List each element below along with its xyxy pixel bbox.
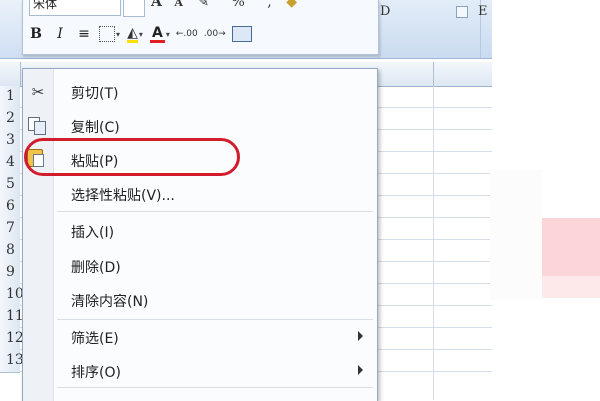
menu-item-delete[interactable]: 删除(D) — [23, 249, 377, 283]
menu-item-clear-contents[interactable]: 清除内容(N) — [23, 283, 377, 317]
font-color-icon[interactable]: A ▾ — [150, 23, 170, 45]
watermark-block — [542, 218, 600, 276]
menu-item-paste-special[interactable]: 选择性粘贴(V)... — [23, 177, 377, 211]
row-number: 4 — [6, 154, 15, 170]
row-number: 1 — [6, 88, 15, 104]
menu-item-insert[interactable]: 插入(I) — [23, 214, 377, 248]
row-number: 3 — [6, 132, 15, 148]
submenu-arrow-icon — [358, 331, 363, 341]
menu-item-cut[interactable]: ✂ 剪切(T) — [23, 75, 377, 109]
menu-separator — [57, 387, 373, 388]
italic-icon[interactable]: I — [51, 23, 69, 45]
menu-item-label: 删除(D) — [71, 260, 121, 276]
row-header[interactable]: 8 — [0, 240, 20, 263]
copy-icon — [28, 117, 46, 135]
grid-line — [433, 86, 434, 400]
row-header[interactable]: 4 — [0, 152, 20, 175]
comma-style-icon[interactable]: , — [267, 0, 271, 10]
context-menu: ✂ 剪切(T) 复制(C) 粘贴(P) 选择性粘贴(V)... 插入(I) 删除… — [22, 68, 378, 401]
row-number: 7 — [6, 220, 15, 236]
decrease-decimal-icon[interactable]: .00 → — [204, 23, 226, 45]
scissors-icon: ✂ — [31, 83, 45, 101]
menu-item-label: 插入(I) — [71, 225, 115, 241]
row-header[interactable]: 2 — [0, 108, 20, 131]
menu-item-label: 选择性粘贴(V)... — [71, 188, 175, 204]
column-header-e[interactable]: E — [478, 4, 488, 19]
toolbar-format-row: B I ≡ ▾ ◭ ▾ A ▾ ← .00 .00 → — [27, 20, 258, 48]
menu-item-label: 排序(O) — [71, 365, 121, 381]
row-header[interactable]: 5 — [0, 174, 20, 197]
row-header[interactable]: 6 — [0, 196, 20, 219]
row-number: 9 — [6, 264, 15, 280]
format-painter-icon[interactable]: ✎ — [197, 0, 209, 10]
percent-style-icon[interactable]: % — [232, 0, 245, 10]
row-header[interactable]: 9 — [0, 262, 20, 285]
dialog-launcher-icon[interactable] — [456, 6, 468, 18]
row-number: 8 — [6, 242, 15, 258]
watermark-block — [490, 170, 542, 300]
ribbon-group — [378, 0, 492, 58]
border-icon[interactable]: ▾ — [99, 23, 120, 45]
submenu-arrow-icon — [358, 365, 363, 375]
watermark-block — [542, 276, 600, 298]
grow-font-icon[interactable]: A — [151, 0, 162, 10]
font-size-box[interactable] — [123, 0, 145, 17]
row-header[interactable]: 1 — [0, 86, 20, 109]
menu-item-sort[interactable]: 排序(O) — [23, 354, 377, 388]
column-divider — [433, 62, 434, 86]
shrink-font-icon[interactable]: A — [174, 0, 183, 9]
row-header[interactable]: 7 — [0, 218, 20, 241]
row-number: 6 — [6, 198, 15, 214]
font-name: 宋体 — [33, 0, 58, 11]
row-header[interactable]: 10 — [0, 284, 24, 307]
eraser-icon[interactable]: ◆ — [286, 0, 297, 10]
fill-color-icon[interactable]: ◭ ▾ — [126, 23, 144, 45]
row-header[interactable]: 3 — [0, 130, 20, 153]
font-name-box[interactable]: 宋体 — [29, 0, 121, 16]
menu-item-label: 剪切(T) — [71, 86, 119, 102]
column-divider — [20, 62, 21, 86]
row-number: 2 — [6, 110, 15, 126]
row-header[interactable]: 11 — [0, 306, 24, 329]
menu-separator — [57, 211, 373, 212]
row-header[interactable]: 13 — [0, 350, 24, 373]
align-center-icon[interactable]: ≡ — [75, 23, 93, 45]
merge-cells-icon[interactable] — [231, 23, 252, 45]
menu-item-label: 复制(C) — [71, 120, 120, 136]
menu-item-label: 清除内容(N) — [71, 294, 149, 310]
mini-toolbar: 宋体 A A ✎ % , ◆ B I ≡ ▾ ◭ ▾ A ▾ ← .00 .00 → — [22, 0, 379, 55]
menu-item-filter[interactable]: 筛选(E) — [23, 320, 377, 354]
toolbar-top-row: A A ✎ % , ◆ — [151, 0, 297, 10]
row-number: 5 — [6, 176, 15, 192]
highlight-annotation — [24, 138, 240, 176]
menu-item-label: 筛选(E) — [71, 331, 119, 347]
column-header-d[interactable]: D — [380, 4, 390, 19]
increase-decimal-icon[interactable]: ← .00 — [176, 23, 198, 45]
row-header[interactable]: 12 — [0, 328, 24, 351]
bold-icon[interactable]: B — [27, 23, 45, 45]
